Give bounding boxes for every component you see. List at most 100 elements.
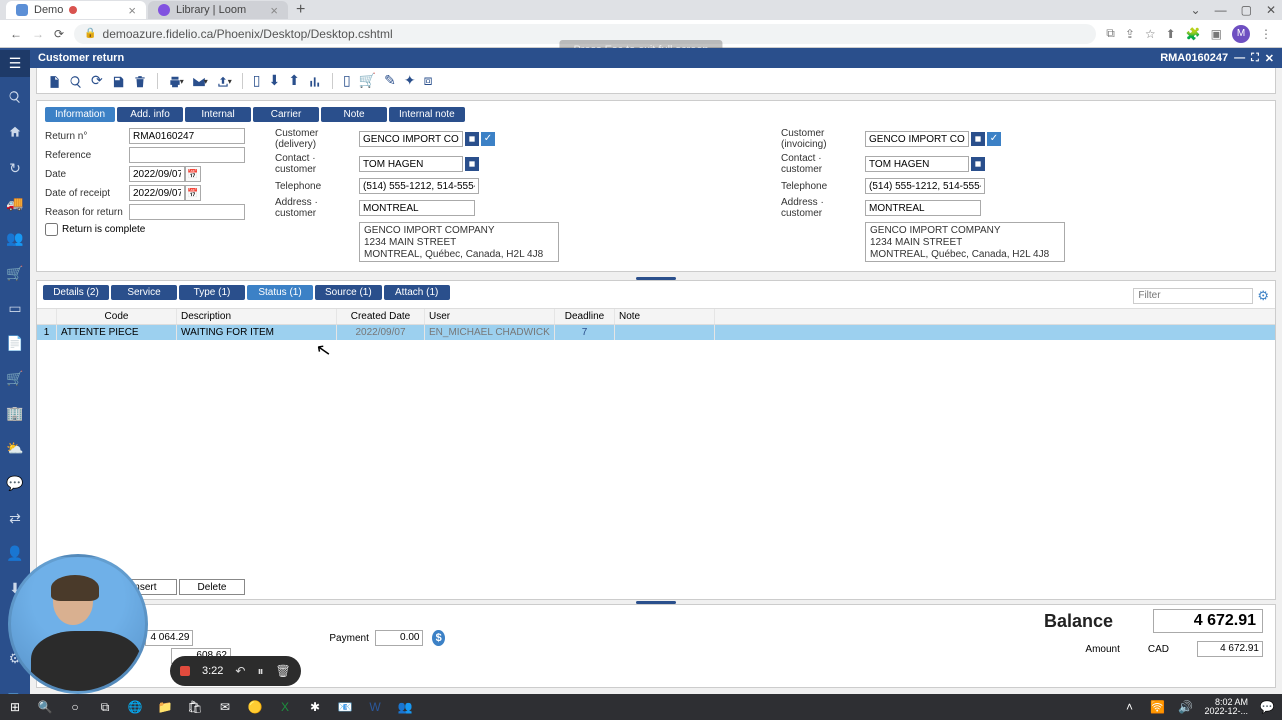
lookup-icon[interactable]	[971, 157, 985, 171]
store-icon[interactable]: 🛍	[186, 698, 204, 716]
date-input[interactable]	[129, 166, 185, 182]
addr-d-input[interactable]	[359, 200, 475, 216]
contact-d-input[interactable]	[359, 156, 463, 172]
nav-forward-icon[interactable]: →	[32, 27, 44, 41]
maximize-window-icon[interactable]: ⛶	[1251, 52, 1259, 65]
sidebar-building-icon[interactable]: 🏢	[0, 400, 30, 427]
clipboard-icon[interactable]: ▯	[251, 72, 263, 89]
return-no-input[interactable]	[129, 128, 245, 144]
sidebar-truck-icon[interactable]: 🚚	[0, 190, 30, 217]
file-down-icon[interactable]: ▯	[341, 72, 353, 89]
wifi-icon[interactable]: 🛜	[1148, 698, 1166, 716]
tab-internal[interactable]: Internal	[185, 107, 251, 122]
loom-webcam-bubble[interactable]	[8, 554, 148, 694]
tab-status[interactable]: Status (1)	[247, 285, 313, 300]
search-icon[interactable]	[67, 72, 85, 88]
pause-icon[interactable]: ⏸	[257, 664, 263, 679]
sidebar-card-icon[interactable]: ▭	[0, 295, 30, 322]
payment-action-icon[interactable]: $	[432, 630, 445, 646]
sidebar-cloud-icon[interactable]: ⛅	[0, 435, 30, 462]
check-icon[interactable]: ✓	[481, 132, 495, 146]
minimize-window-icon[interactable]: —	[1234, 52, 1245, 64]
chrome-icon[interactable]: 🟡	[246, 698, 264, 716]
record-dot-icon[interactable]	[180, 666, 190, 676]
menu-icon[interactable]: ⋮	[1260, 27, 1272, 41]
tel-i-input[interactable]	[865, 178, 985, 194]
reference-input[interactable]	[129, 147, 245, 163]
reason-input[interactable]	[129, 204, 245, 220]
outlook-icon[interactable]: 📧	[336, 698, 354, 716]
calendar-icon[interactable]: 📅	[185, 166, 201, 182]
minimize-icon[interactable]: —	[1215, 3, 1227, 17]
extensions-icon[interactable]: 🧩	[1186, 27, 1201, 41]
tab-attach[interactable]: Attach (1)	[384, 285, 450, 300]
tab-add-info[interactable]: Add. info	[117, 107, 183, 122]
col-user[interactable]: User	[425, 309, 555, 324]
tab-close-icon[interactable]: ×	[270, 3, 278, 18]
volume-icon[interactable]: 🔊	[1176, 698, 1194, 716]
tab-carrier[interactable]: Carrier	[253, 107, 319, 122]
pencil-icon[interactable]: ✎	[382, 72, 398, 89]
tab-internal-note[interactable]: Internal note	[389, 107, 465, 122]
download-icon[interactable]: ⬇	[267, 72, 283, 89]
cust-delivery-input[interactable]	[359, 131, 463, 147]
sidebar-cart-icon[interactable]: 🛒	[0, 260, 30, 287]
translate-icon[interactable]: ⧉	[1106, 26, 1115, 41]
contact-i-input[interactable]	[865, 156, 969, 172]
trash-icon[interactable]: 🗑	[276, 664, 291, 678]
loom-task-icon[interactable]: ✱	[306, 698, 324, 716]
lookup-icon[interactable]	[465, 132, 479, 146]
cart-icon[interactable]: 🛒	[357, 72, 378, 89]
start-icon[interactable]: ⊞	[6, 698, 24, 716]
browser-tab-active[interactable]: Demo ×	[6, 1, 146, 19]
tab-note[interactable]: Note	[321, 107, 387, 122]
taskview-icon[interactable]: ⧉	[96, 698, 114, 716]
sidebar-users-icon[interactable]: 👥	[0, 225, 30, 252]
new-icon[interactable]	[45, 72, 63, 88]
sidebar-search-icon[interactable]	[0, 85, 30, 112]
mail-task-icon[interactable]: ✉	[216, 698, 234, 716]
save-icon[interactable]	[109, 72, 127, 88]
star-icon[interactable]: ☆	[1145, 27, 1156, 41]
sidebar-chat-icon[interactable]: 💬	[0, 470, 30, 497]
tel-d-input[interactable]	[359, 178, 479, 194]
col-created[interactable]: Created Date	[337, 309, 425, 324]
sidebar-person-icon[interactable]: 👤	[0, 540, 30, 567]
delete-button[interactable]: Delete	[179, 579, 245, 595]
chevron-down-icon[interactable]: ⌄	[1191, 3, 1201, 17]
grid-filter-input[interactable]	[1133, 288, 1253, 304]
nav-back-icon[interactable]: ←	[10, 27, 22, 41]
col-deadline[interactable]: Deadline	[555, 309, 615, 324]
close-window-icon[interactable]: ✕	[1265, 52, 1274, 65]
close-icon[interactable]: ✕	[1266, 3, 1276, 17]
print-icon[interactable]: ▾	[166, 72, 186, 88]
sidebar-cart2-icon[interactable]: 🛒	[0, 365, 30, 392]
tab-service[interactable]: Service	[111, 285, 177, 300]
panel-icon[interactable]: ▣	[1211, 27, 1222, 41]
tab-close-icon[interactable]: ×	[128, 3, 136, 18]
date-receipt-input[interactable]	[129, 185, 185, 201]
sidebar-transfer-icon[interactable]: ⇄	[0, 505, 30, 532]
edge-icon[interactable]: 🌐	[126, 698, 144, 716]
browser-tab-loom[interactable]: Library | Loom ×	[148, 1, 288, 19]
undo-icon[interactable]: ↶	[235, 664, 245, 678]
addr-i-input[interactable]	[865, 200, 981, 216]
col-desc[interactable]: Description	[177, 309, 337, 324]
col-note[interactable]: Note	[615, 309, 715, 324]
tab-source[interactable]: Source (1)	[315, 285, 382, 300]
maximize-icon[interactable]: ▢	[1241, 3, 1252, 17]
new-tab-button[interactable]: +	[296, 1, 305, 19]
delete-icon[interactable]	[131, 72, 149, 88]
sidebar-loop-icon[interactable]: ↻	[0, 155, 30, 182]
calendar-icon[interactable]: 📅	[185, 185, 201, 201]
reload-icon[interactable]: ⟳	[54, 27, 64, 41]
chart-icon[interactable]	[306, 72, 324, 88]
refresh-icon[interactable]: ⟳	[89, 72, 105, 89]
mail-icon[interactable]: ▾	[190, 72, 210, 88]
cortana-icon[interactable]: ○	[66, 698, 84, 716]
clock[interactable]: 8:02 AM 2022-12-...	[1204, 698, 1248, 716]
lookup-icon[interactable]	[465, 157, 479, 171]
lookup-icon[interactable]	[971, 132, 985, 146]
export-icon[interactable]: ▾	[214, 72, 234, 88]
excel-icon[interactable]: X	[276, 698, 294, 716]
